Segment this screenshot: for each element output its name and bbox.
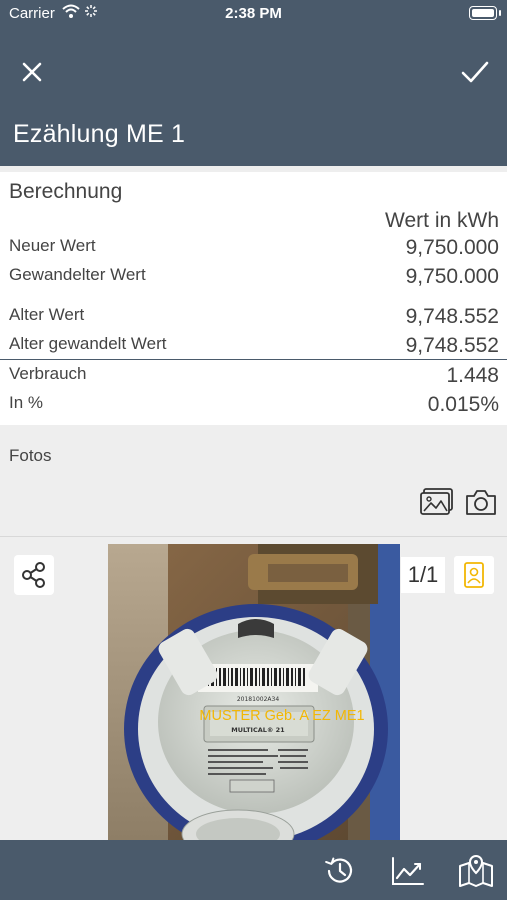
column-header: Wert in kWh: [385, 209, 499, 232]
close-icon[interactable]: [14, 54, 50, 90]
status-bar: Carrier 2:38 PM: [0, 0, 507, 28]
row-value: 9,748.552: [405, 305, 499, 328]
fotos-section: Fotos: [0, 433, 507, 537]
page-title: Ezählung ME 1: [13, 120, 186, 148]
row-value: 0.015%: [427, 393, 499, 416]
bottom-toolbar: [0, 840, 507, 900]
contact-card-button[interactable]: [454, 556, 494, 594]
photo-counter: 1/1: [401, 557, 445, 593]
row-label: Neuer Wert: [9, 236, 96, 255]
clock: 2:38 PM: [225, 5, 282, 22]
row-value: 9,750.000: [405, 236, 499, 259]
contact-card-icon: [464, 562, 484, 588]
history-icon[interactable]: [322, 854, 358, 888]
share-icon: [22, 562, 45, 588]
camera-icon[interactable]: [464, 487, 498, 517]
map-icon[interactable]: [458, 854, 494, 888]
meter-photo-image: 20181002A34 MULTICAL® 21 MUSTER Geb. A E…: [108, 544, 400, 840]
photo-viewer: 20181002A34 MULTICAL® 21 MUSTER Geb. A E…: [0, 537, 507, 840]
row-label: In %: [9, 393, 44, 412]
meter-serial: 20181002A34: [237, 696, 279, 703]
meter-photo[interactable]: 20181002A34 MULTICAL® 21 MUSTER Geb. A E…: [108, 544, 400, 840]
row-value: 9,748.552: [405, 334, 499, 357]
chart-trend-icon[interactable]: [390, 854, 426, 888]
fotos-label: Fotos: [9, 446, 52, 465]
row-label: Alter gewandelt Wert: [9, 334, 167, 353]
row-value: 1.448: [446, 364, 499, 387]
image-gallery-icon[interactable]: [420, 487, 454, 517]
section-title: Berechnung: [9, 180, 123, 203]
nav-bar: Ezählung ME 1: [0, 28, 507, 166]
checkmark-icon[interactable]: [457, 54, 493, 90]
row-label: Alter Wert: [9, 305, 85, 324]
row-label: Verbrauch: [9, 364, 87, 383]
row-label: Gewandelter Wert: [9, 265, 146, 284]
battery-icon: [469, 6, 501, 20]
berechnung-card: Berechnung Wert in kWh Neuer Wert 9,750.…: [0, 172, 507, 425]
photo-watermark: MUSTER Geb. A EZ ME1: [199, 708, 364, 724]
row-value: 9,750.000: [405, 265, 499, 288]
divider: [0, 359, 507, 360]
meter-brand: MULTICAL® 21: [231, 726, 285, 734]
share-button[interactable]: [14, 555, 54, 595]
